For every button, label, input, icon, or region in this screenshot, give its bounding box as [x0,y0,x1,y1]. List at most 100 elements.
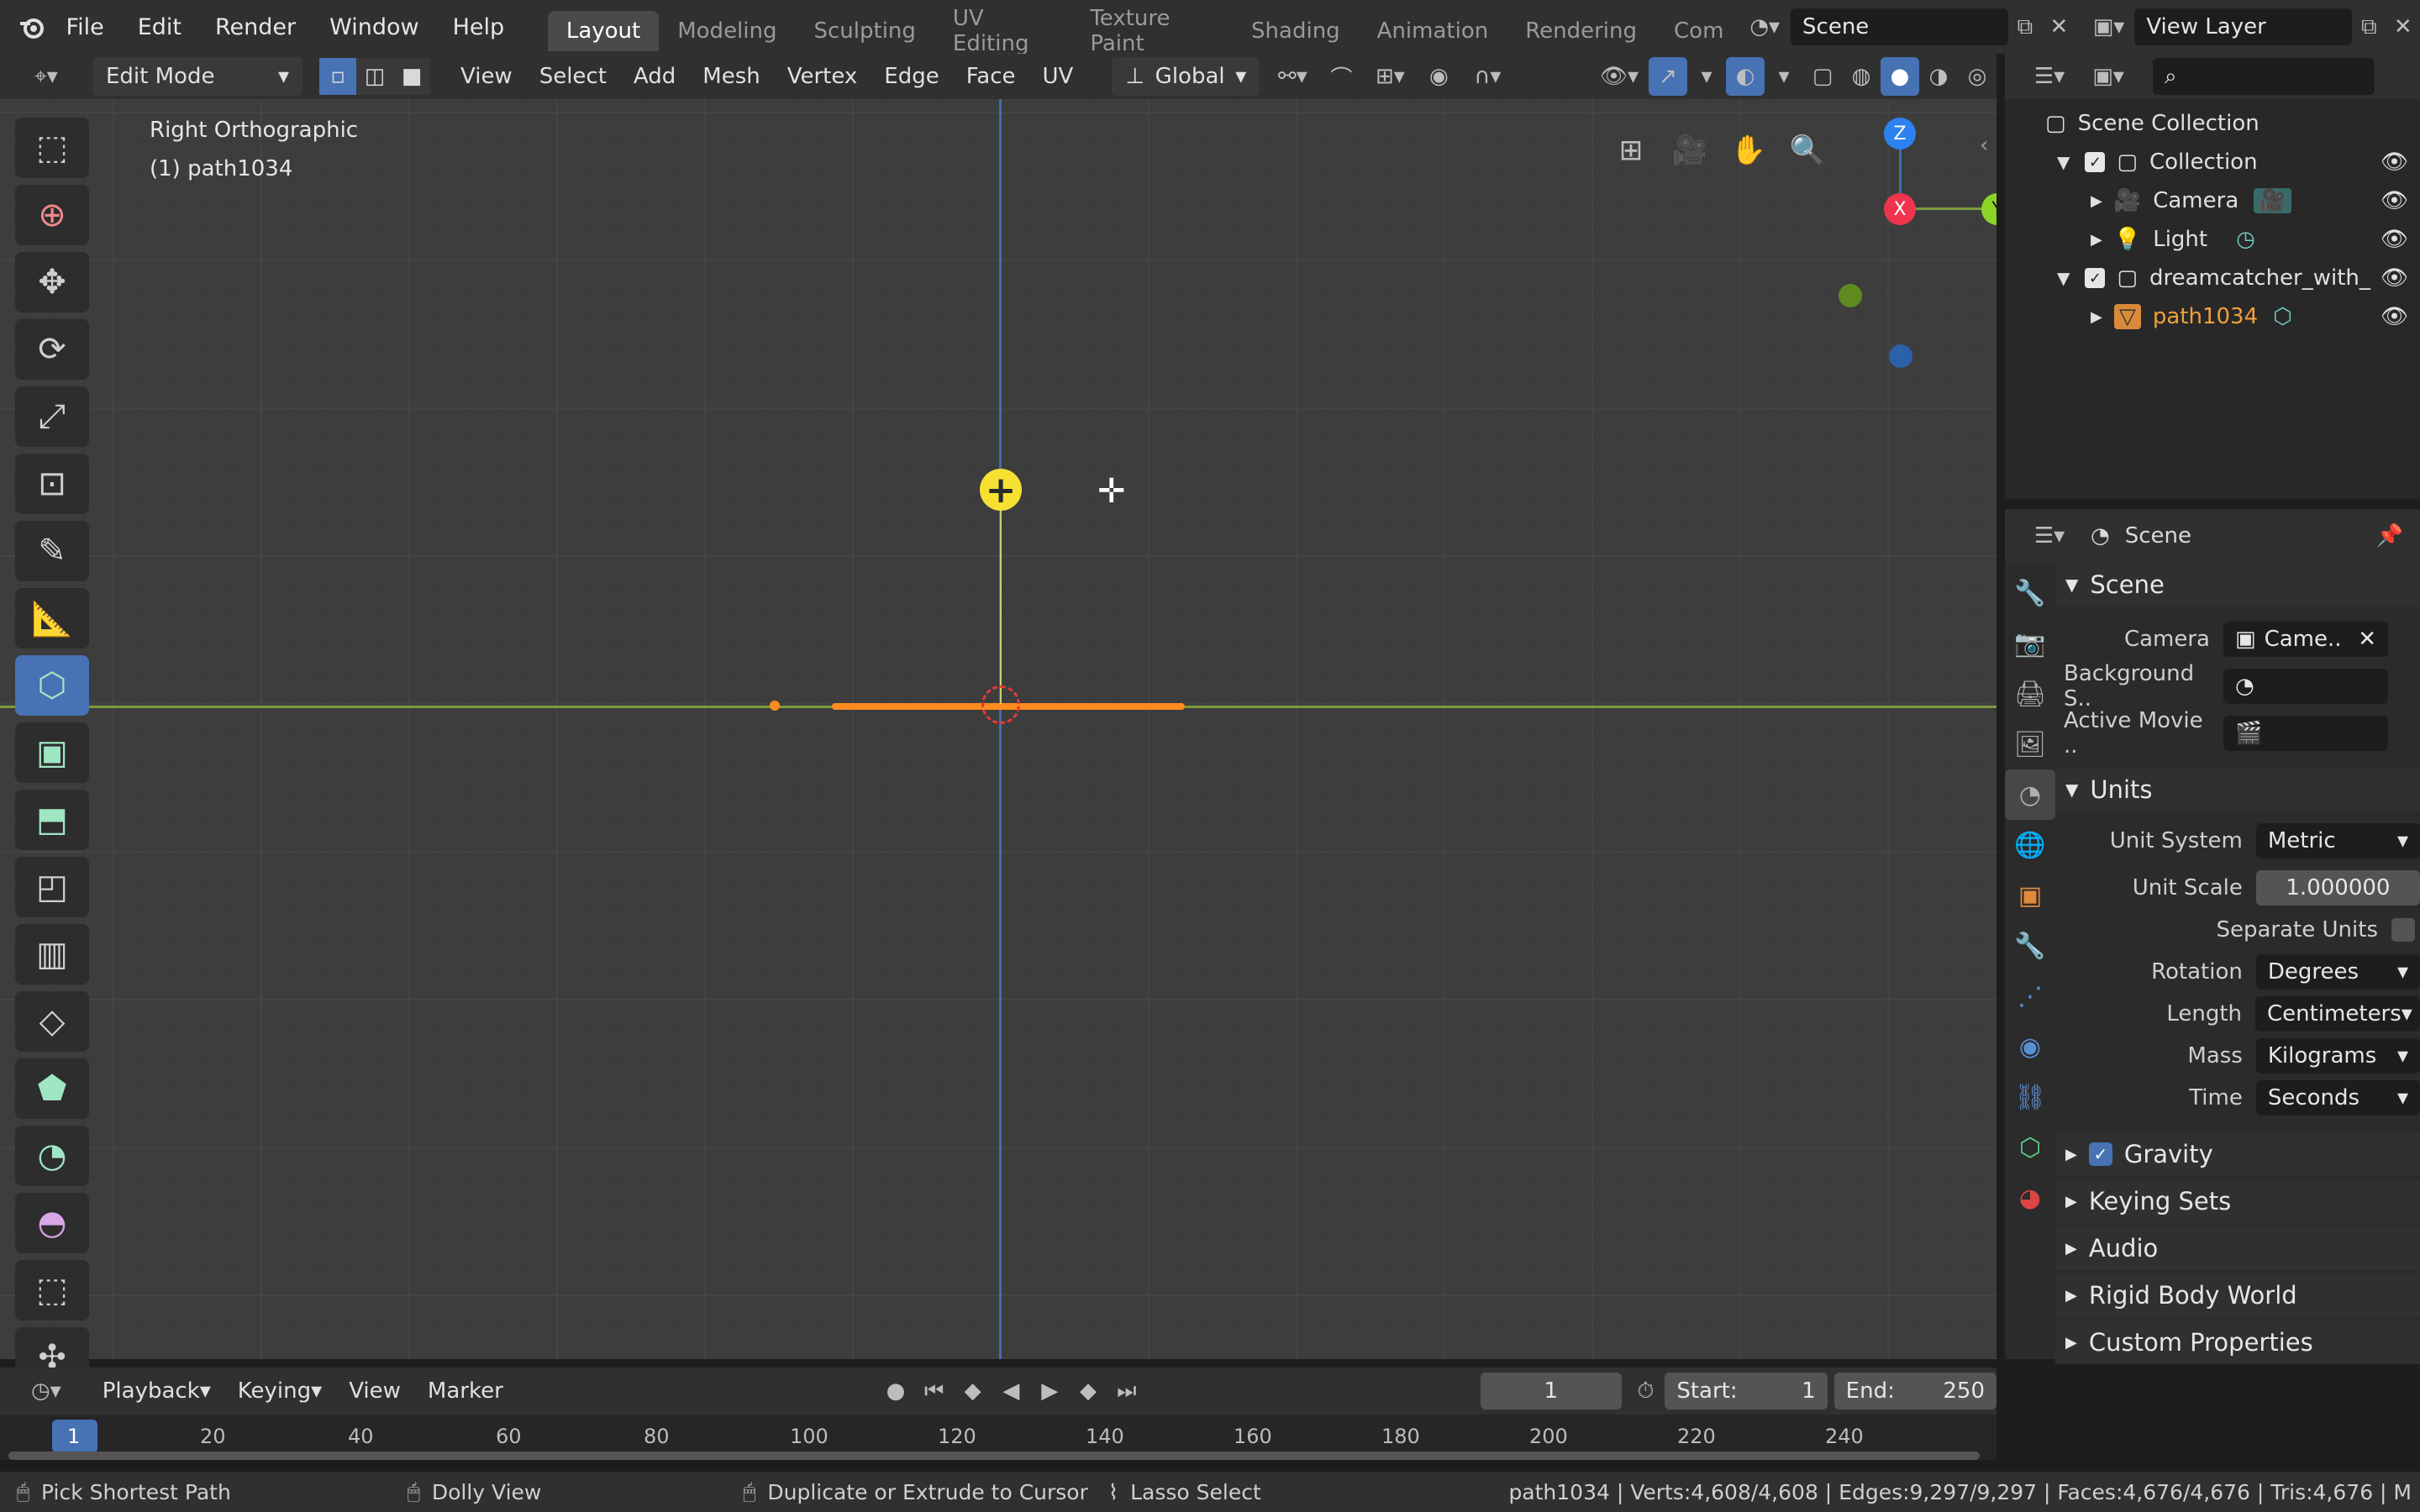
rotate-tool-icon[interactable]: ⟳ [15,319,89,380]
overlay-toggle-icon[interactable]: ◐ [1726,57,1765,96]
knife-tool-icon[interactable]: ◇ [15,991,89,1052]
x-axis-icon[interactable]: X [1884,193,1916,225]
outliner-search-input[interactable]: ⌕ [2153,58,2375,95]
tab-compositing[interactable]: Com [1655,11,1732,51]
material-shading-icon[interactable]: ◑ [1919,57,1958,96]
material-tab-icon[interactable]: ◕ [2005,1173,2055,1223]
spin-tool-icon[interactable]: ◔ [15,1126,89,1186]
audio-section-header[interactable]: ▶ Audio [2055,1226,2420,1270]
edge-select-icon[interactable]: ◫ [356,58,393,95]
tab-layout[interactable]: Layout [547,11,660,51]
record-icon[interactable]: ● [876,1372,915,1410]
solid-shading-icon[interactable]: ● [1881,57,1919,96]
menu-view[interactable]: View [447,57,526,96]
menu-mesh[interactable]: Mesh [689,57,773,96]
object-tab-icon[interactable]: ▣ [2005,870,2055,921]
menu-edge[interactable]: Edge [871,57,952,96]
rendered-shading-icon[interactable]: ◎ [1958,57,1996,96]
edge-slide-icon[interactable]: ⬚ [15,1260,89,1320]
separate-units-checkbox[interactable] [2391,918,2415,942]
rotation-select[interactable]: Degrees ▾ [2255,954,2420,990]
menu-help[interactable]: Help [436,0,522,54]
timeline-scrollbar[interactable] [8,1452,1980,1460]
start-frame-field[interactable]: Start: 1 [1665,1373,1828,1410]
z-axis-icon[interactable]: Z [1884,118,1916,150]
next-keyframe-icon[interactable]: ◆ [1069,1372,1107,1410]
eye-icon[interactable]: 👁 [2381,304,2408,329]
menu-vertex[interactable]: Vertex [774,57,871,96]
select-box-icon[interactable]: ⬚ [15,118,89,178]
expand-arrow-icon[interactable]: ▼ [2057,268,2070,288]
selected-vertex[interactable] [770,701,780,711]
properties-editor-icon[interactable]: ☰▾ [2020,517,2079,555]
pivot-point-icon[interactable]: ⚯▾ [1263,57,1322,96]
neg-y-axis-icon[interactable] [1839,284,1862,307]
xray-icon[interactable]: ▢ [1803,57,1842,96]
outliner-item-camera[interactable]: ▶ 🎥 Camera 🎥 👁 [2005,181,2420,220]
eye-icon[interactable]: 👁 [2381,265,2408,291]
delete-scene-icon[interactable]: ✕ [2042,8,2076,46]
neg-z-axis-icon[interactable] [1889,344,1912,368]
tab-uv-editing[interactable]: UV Editing [934,6,1071,56]
delete-view-layer-icon[interactable]: ✕ [2386,8,2420,46]
output-tab-icon[interactable]: 🖨 [2005,669,2055,719]
transform-tool-icon[interactable]: ⊡ [15,454,89,514]
timeline-view-menu[interactable]: View [335,1372,414,1410]
outliner-editor-icon[interactable]: ☰▾ [2020,57,2079,96]
menu-render[interactable]: Render [198,0,313,54]
tab-shading[interactable]: Shading [1233,11,1359,51]
world-tab-icon[interactable]: 🌐 [2005,820,2055,870]
grid-view-icon[interactable]: ⊞ [1605,124,1657,176]
snap-icon[interactable]: ⌒ [1322,57,1360,96]
view-layer-tab-icon[interactable]: 🖼 [2005,719,2055,769]
menu-face[interactable]: Face [953,57,1029,96]
pan-hand-icon[interactable]: ✋ [1723,124,1775,176]
camera-field[interactable]: ▣ Came.. ✕ [2223,622,2388,657]
units-section-header[interactable]: ▼ Units [2055,768,2420,811]
vertex-select-icon[interactable]: ▫ [319,58,356,95]
add-cube-tool-icon[interactable]: ⬡ [15,655,89,716]
expand-arrow-icon[interactable]: ▶ [2091,231,2102,249]
data-tab-icon[interactable]: ⬡ [2005,1122,2055,1173]
mass-select[interactable]: Kilograms ▾ [2255,1038,2420,1074]
camera-data-icon[interactable]: 🎥 [2254,188,2291,213]
sidebar-toggle-icon[interactable]: ‹ [1980,133,1988,158]
current-frame-field[interactable]: 1 [1481,1373,1622,1410]
poly-build-icon[interactable]: ⬟ [15,1058,89,1119]
gravity-section-header[interactable]: ▶ ✓ Gravity [2055,1132,2420,1176]
tool-tab-icon[interactable]: 🔧 [2005,568,2055,618]
gravity-checkbox[interactable]: ✓ [2088,1142,2112,1166]
chevron-down-icon[interactable]: ▾ [1687,57,1726,96]
play-icon[interactable]: ▶ [1030,1372,1069,1410]
wireframe-shading-icon[interactable]: ◍ [1842,57,1881,96]
light-data-icon[interactable]: ◷ [2236,227,2255,252]
custom-properties-section-header[interactable]: ▶ Custom Properties [2055,1320,2420,1364]
expand-arrow-icon[interactable]: ▼ [2057,152,2070,172]
gizmo-toggle-icon[interactable]: ↗ [1649,57,1687,96]
scale-tool-icon[interactable]: ⤢ [15,386,89,447]
length-select[interactable]: Centimeters ▾ [2255,996,2420,1032]
editor-type-icon[interactable]: ⌖▾ [17,57,76,96]
light-gizmo-icon[interactable]: + [980,469,1022,512]
end-frame-field[interactable]: End: 250 [1833,1373,1996,1410]
pin-icon[interactable]: 📌 [2376,523,2403,549]
physics-tab-icon[interactable]: ◉ [2005,1021,2055,1072]
scene-name-field[interactable]: Scene [1791,8,2008,45]
tab-rendering[interactable]: Rendering [1507,11,1655,51]
outliner-item-light[interactable]: ▶ 💡 Light ◷ 👁 [2005,220,2420,259]
measure-tool-icon[interactable]: 📐 [15,588,89,648]
particles-tab-icon[interactable]: ⋰ [2005,971,2055,1021]
inset-faces-icon[interactable]: ▣ [15,722,89,783]
new-scene-icon[interactable]: ⧉ [2008,8,2043,46]
new-view-layer-icon[interactable]: ⧉ [2352,8,2386,46]
menu-uv[interactable]: UV [1029,57,1087,96]
timeline-editor-icon[interactable]: ◷▾ [17,1372,76,1410]
menu-select[interactable]: Select [526,57,620,96]
face-select-icon[interactable]: ■ [393,58,430,95]
falloff-icon[interactable]: ∩▾ [1458,57,1517,96]
render-tab-icon[interactable]: 📷 [2005,618,2055,669]
outliner-item-dreamcatcher[interactable]: ▼ ✓ ▢ dreamcatcher_with_ 👁 [2005,259,2420,297]
cursor-tool-icon[interactable]: ⊕ [15,185,89,245]
bevel-tool-icon[interactable]: ◰ [15,857,89,917]
loop-cut-icon[interactable]: ▥ [15,924,89,984]
